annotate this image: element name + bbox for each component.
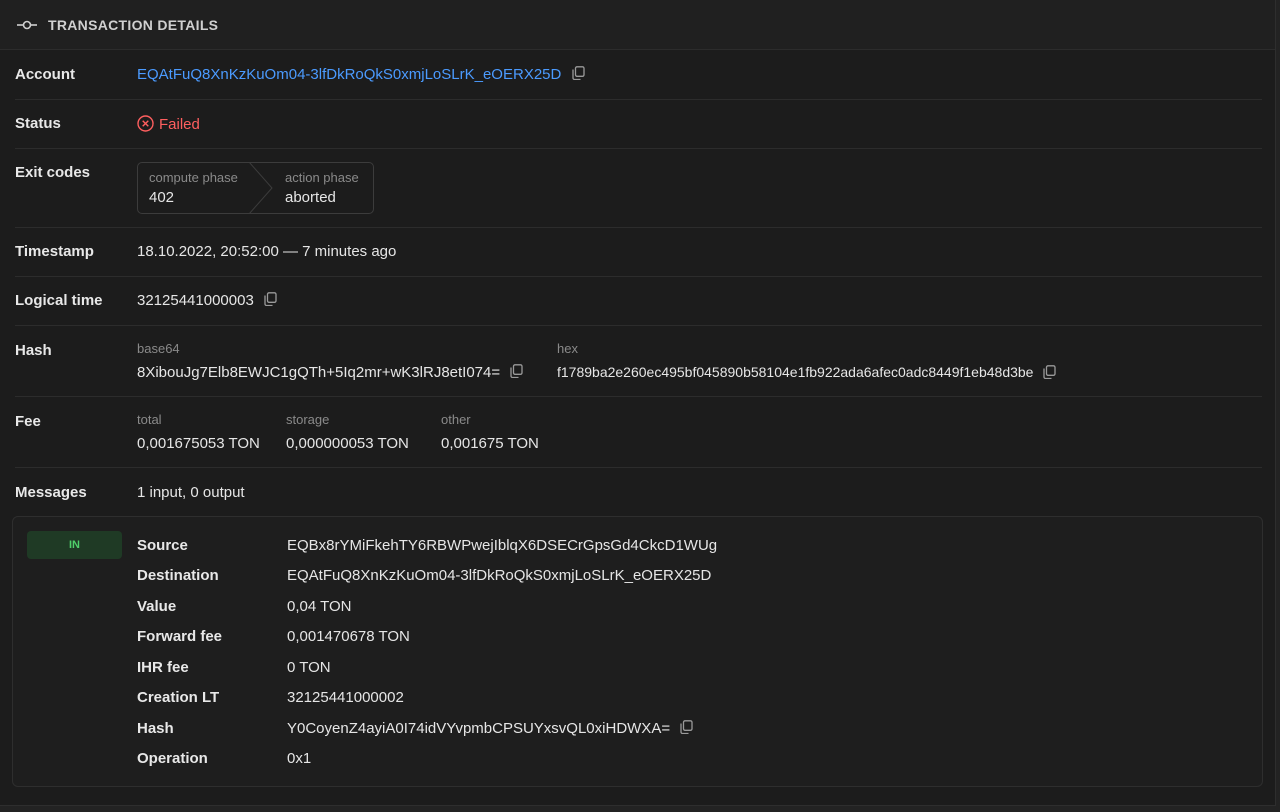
operation-label: Operation xyxy=(137,750,208,767)
timestamp-label: Timestamp xyxy=(15,243,94,260)
hash-base64-label: base64 xyxy=(137,341,180,356)
exit-codes-label: Exit codes xyxy=(15,164,91,181)
fee-label: Fee xyxy=(15,413,41,430)
forward-fee-label: Forward fee xyxy=(137,628,223,645)
timestamp-row: Timestamp 18.10.2022, 20:52:00 — 7 minut… xyxy=(15,228,1262,277)
compute-phase-value: 402 xyxy=(149,189,175,206)
compute-phase-label: compute phase xyxy=(149,170,238,185)
action-phase-value: aborted xyxy=(285,189,336,206)
hash-row: Hash base64 8XibouJg7Elb8EWJC1gQTh+5Iq2m… xyxy=(15,326,1262,397)
exit-codes-box: compute phase 402 action phase aborted xyxy=(137,162,374,214)
hash-label: Hash xyxy=(15,342,52,359)
fee-other-label: other xyxy=(441,412,471,427)
account-label: Account xyxy=(15,66,75,83)
hash-hex-label: hex xyxy=(557,341,578,356)
status-row: Status Failed xyxy=(15,100,1262,149)
forward-fee-value: 0,001470678 TON xyxy=(287,628,410,645)
fee-total-label: total xyxy=(137,412,162,427)
messages-row: Messages 1 input, 0 output xyxy=(15,468,1262,516)
copy-icon[interactable] xyxy=(680,720,693,738)
page-title: TRANSACTION DETAILS xyxy=(48,16,219,33)
fee-storage-label: storage xyxy=(286,412,330,427)
operation-value: 0x1 xyxy=(287,750,312,767)
logical-time-row: Logical time 32125441000003 xyxy=(15,277,1262,326)
status-value: Failed xyxy=(159,116,200,133)
copy-icon[interactable] xyxy=(1043,364,1057,382)
account-row: Account EQAtFuQ8XnKzKuOm04-3lfDkRoQkS0xm… xyxy=(15,50,1262,100)
value-label: Value xyxy=(137,598,177,615)
destination-link[interactable]: EQAtFuQ8XnKzKuOm04-3lfDkRoQkS0xmjLoSLrK_… xyxy=(287,567,711,584)
source-label: Source xyxy=(137,537,188,554)
phase-arrow-divider xyxy=(248,162,273,214)
transaction-icon xyxy=(17,20,37,29)
message-hash-value: Y0CoyenZ4ayiA0I74idVYvpmbCPSUYxsvQL0xiHD… xyxy=(287,720,671,737)
exit-codes-row: Exit codes compute phase 402 action phas… xyxy=(15,149,1262,228)
hash-hex-value: f1789ba2e260ec495bf045890b58104e1fb922ad… xyxy=(557,364,1034,380)
copy-icon[interactable] xyxy=(264,292,277,310)
account-link[interactable]: EQAtFuQ8XnKzKuOm04-3lfDkRoQkS0xmjLoSLrK_… xyxy=(137,66,561,83)
messages-summary: 1 input, 0 output xyxy=(137,484,245,501)
fee-storage-value: 0,000000053 TON xyxy=(286,435,409,452)
copy-icon[interactable] xyxy=(510,364,523,382)
action-phase-label: action phase xyxy=(285,170,359,185)
messages-label: Messages xyxy=(15,484,87,501)
status-badge: Failed xyxy=(137,115,200,133)
source-link[interactable]: EQBx8rYMiFkehTY6RBWPwejIblqX6DSECrGpsGd4… xyxy=(287,537,717,554)
direction-badge: IN xyxy=(27,531,122,559)
hash-base64-value: 8XibouJg7Elb8EWJC1gQTh+5Iq2mr+wK3lRJ8etI… xyxy=(137,364,501,381)
creation-lt-label: Creation LT xyxy=(137,689,220,706)
ihr-fee-value: 0 TON xyxy=(287,659,331,676)
message-value: 0,04 TON xyxy=(287,598,352,615)
fee-other-value: 0,001675 TON xyxy=(441,435,539,452)
message-card: IN Source EQBx8rYMiFkehTY6RBWPwejIblqX6D… xyxy=(12,516,1263,787)
fee-row: Fee total 0,001675053 TON storage 0,0000… xyxy=(15,397,1262,468)
ihr-fee-label: IHR fee xyxy=(137,659,189,676)
failed-x-icon xyxy=(137,115,154,132)
transaction-details-panel: TRANSACTION DETAILS Account EQAtFuQ8XnKz… xyxy=(0,0,1276,806)
creation-lt-value: 32125441000002 xyxy=(287,689,404,706)
status-label: Status xyxy=(15,115,61,132)
message-hash-label: Hash xyxy=(137,720,174,737)
copy-icon[interactable] xyxy=(571,66,585,84)
panel-header: TRANSACTION DETAILS xyxy=(0,0,1275,50)
logical-time-value: 32125441000003 xyxy=(137,292,254,309)
logical-time-label: Logical time xyxy=(15,292,103,309)
timestamp-value: 18.10.2022, 20:52:00 — 7 minutes ago xyxy=(137,243,397,260)
destination-label: Destination xyxy=(137,567,219,584)
fee-total-value: 0,001675053 TON xyxy=(137,435,260,452)
